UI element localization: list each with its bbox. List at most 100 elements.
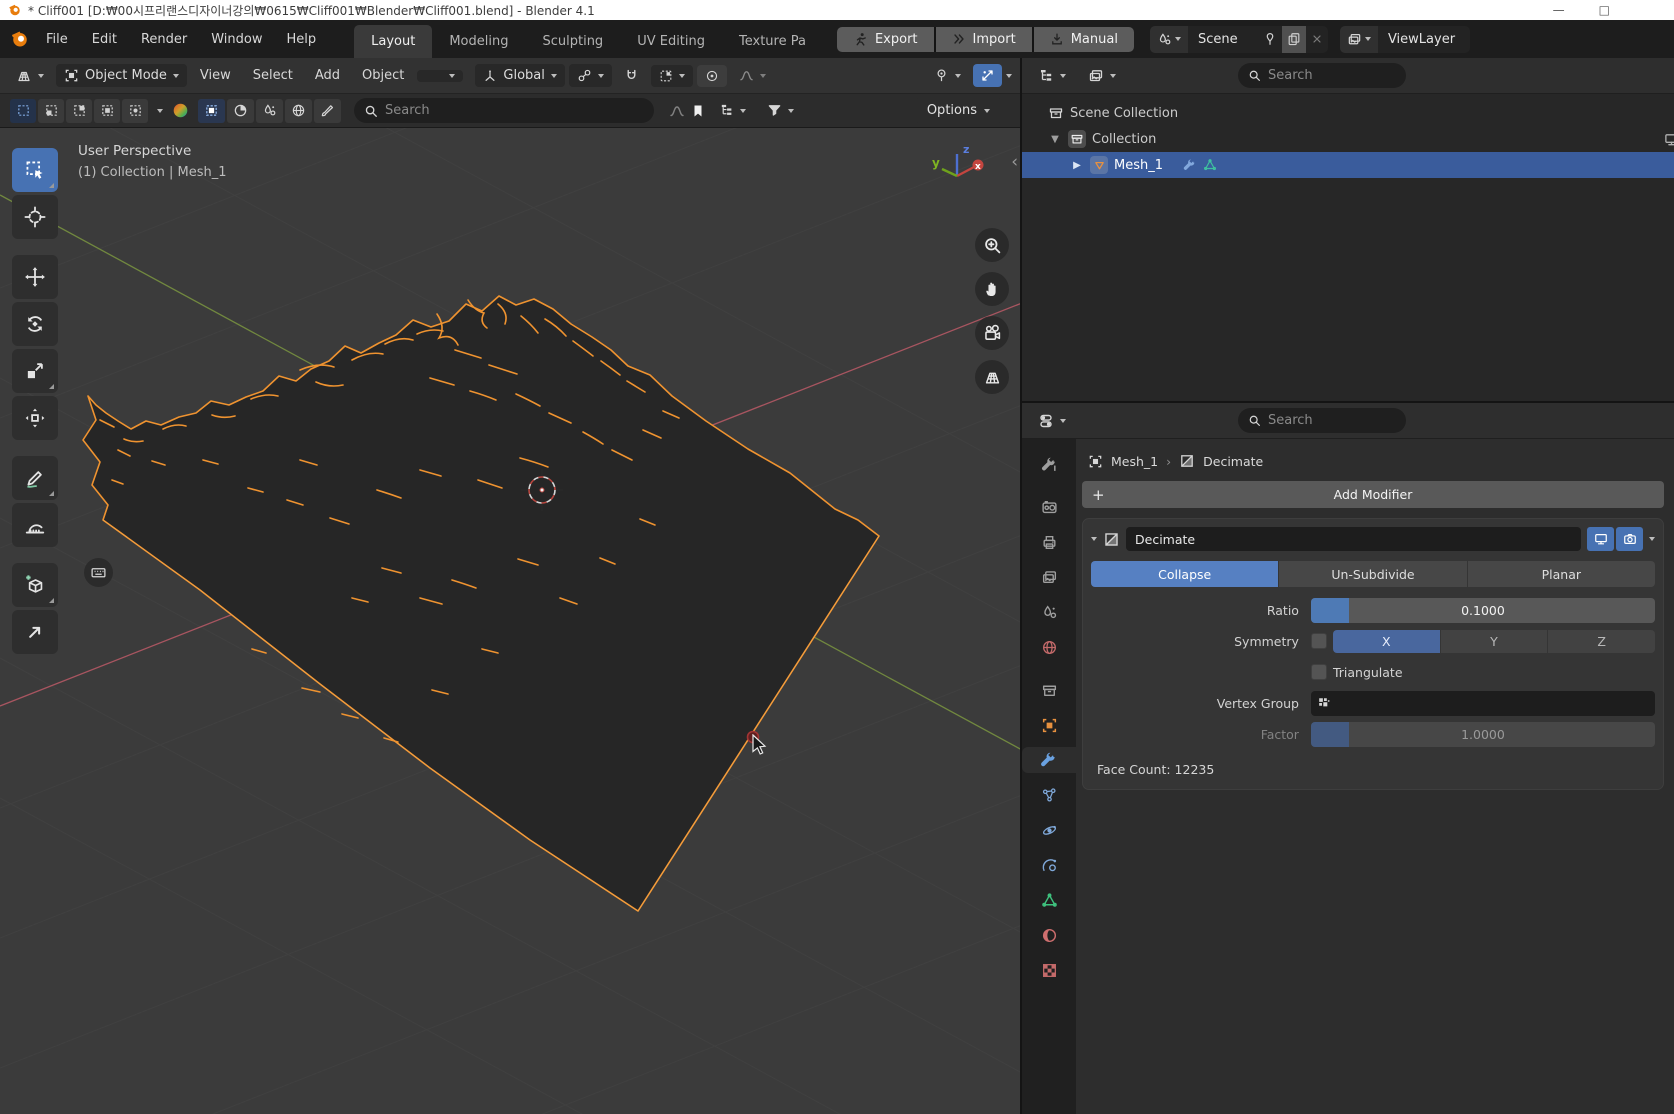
tab-object[interactable] (1029, 712, 1069, 738)
select-mode-subtract[interactable] (66, 99, 92, 123)
viewport-overlay-toggle-button[interactable] (84, 558, 113, 587)
expand-caret-icon[interactable]: ▼ (1048, 134, 1062, 145)
tool-cursor[interactable] (12, 195, 58, 239)
export-button[interactable]: Export (837, 27, 934, 52)
editor-type-button[interactable] (8, 64, 52, 88)
options-button[interactable]: Options (915, 98, 1002, 123)
tab-layout[interactable]: Layout (354, 25, 432, 58)
terrain-mesh[interactable] (83, 296, 879, 911)
menu-view[interactable]: View (191, 64, 240, 87)
tool-extra[interactable] (12, 610, 58, 654)
mesh-data-icon[interactable] (1203, 158, 1217, 172)
camera-view-button[interactable] (975, 316, 1009, 350)
outliner-row-scene-collection[interactable]: Scene Collection (1022, 100, 1674, 126)
tab-particles[interactable] (1029, 782, 1069, 808)
viewlayer-name[interactable]: ViewLayer (1378, 32, 1470, 47)
select-mode-intersect[interactable] (122, 99, 148, 123)
tool-search[interactable] (354, 98, 654, 123)
tab-texture-paint[interactable]: Texture Pa (722, 25, 823, 58)
zoom-button[interactable] (975, 228, 1009, 262)
triangulate-checkbox[interactable] (1311, 664, 1327, 680)
modifier-name-field[interactable] (1126, 527, 1581, 551)
tool-options-dropdown[interactable] (157, 109, 163, 113)
material-ball-icon[interactable] (172, 102, 189, 119)
scene-name[interactable]: Scene (1188, 32, 1258, 47)
tool-add-cube[interactable] (12, 563, 58, 607)
snap-target-selector[interactable] (651, 65, 693, 87)
viewport-3d[interactable]: User Perspective (1) Collection | Mesh_1… (0, 128, 1020, 1114)
tab-texture[interactable] (1029, 957, 1069, 983)
tab-modeling[interactable]: Modeling (432, 25, 525, 58)
scene-new-copy-button[interactable] (1282, 26, 1306, 53)
transform-orientation-selector[interactable]: Global (475, 64, 564, 87)
tab-material[interactable] (1029, 922, 1069, 948)
properties-search[interactable] (1238, 408, 1406, 433)
snap-toggle[interactable] (616, 64, 647, 87)
menu-edit[interactable]: Edit (80, 32, 129, 47)
tool-move[interactable] (12, 255, 58, 299)
tab-collection[interactable] (1029, 677, 1069, 703)
maximize-button[interactable]: □ (1599, 3, 1610, 17)
filter-brush-icon[interactable] (314, 99, 341, 123)
select-mode-invert[interactable] (94, 99, 120, 123)
viewport-canvas[interactable] (0, 128, 1020, 1114)
outliner-search[interactable] (1238, 63, 1406, 88)
properties-editor-type-button[interactable] (1030, 409, 1074, 433)
mode-selector[interactable]: Object Mode (56, 64, 187, 87)
scene-unlink-button[interactable] (1306, 33, 1328, 45)
mode-planar-button[interactable]: Planar (1468, 561, 1655, 587)
menu-file[interactable]: File (34, 32, 80, 47)
filter-scene-icon[interactable] (256, 99, 283, 123)
manual-button[interactable]: Manual (1034, 27, 1134, 52)
modifier-extras-menu[interactable] (1649, 537, 1655, 541)
outliner-row-collection[interactable]: ▼ Collection (1022, 126, 1674, 152)
bookmark-icon[interactable] (690, 103, 706, 119)
import-button[interactable]: Import (936, 27, 1032, 52)
menu-select[interactable]: Select (244, 64, 302, 87)
tool-transform[interactable] (12, 396, 58, 440)
pivot-point-selector[interactable] (569, 64, 612, 87)
tab-scene[interactable] (1029, 599, 1069, 625)
breadcrumb-modifier[interactable]: Decimate (1203, 454, 1263, 469)
axis-x-button[interactable]: X (1333, 630, 1440, 653)
tab-world[interactable] (1029, 634, 1069, 660)
modifier-wrench-icon[interactable] (1183, 158, 1197, 172)
blender-menu-icon[interactable] (10, 29, 30, 49)
tool-search-input[interactable] (385, 103, 644, 118)
visibility-selector[interactable] (926, 64, 969, 87)
hierarchy-dropdown[interactable] (711, 99, 754, 122)
tab-physics[interactable] (1029, 817, 1069, 843)
collapse-caret-icon[interactable]: ▶ (1070, 160, 1084, 171)
menu-help[interactable]: Help (275, 32, 329, 47)
symmetry-checkbox[interactable] (1311, 633, 1327, 649)
tab-object-data[interactable] (1029, 887, 1069, 913)
menu-window[interactable]: Window (199, 32, 274, 47)
ratio-slider[interactable]: 0.1000 (1311, 598, 1655, 623)
scene-browse-button[interactable] (1150, 26, 1188, 53)
outliner-editor-type-button[interactable] (1030, 64, 1074, 88)
tool-annotate[interactable] (12, 456, 58, 500)
empty-dropdown[interactable] (417, 70, 463, 82)
tab-view-layer[interactable] (1029, 564, 1069, 590)
filter-object-icon[interactable] (198, 99, 225, 123)
mode-unsubdivide-button[interactable]: Un-Subdivide (1279, 561, 1466, 587)
gizmos-dropdown[interactable] (1006, 74, 1012, 78)
tab-tool[interactable] (1029, 451, 1069, 477)
tab-render[interactable] (1029, 494, 1069, 520)
tab-constraints[interactable] (1029, 852, 1069, 878)
tab-sculpting[interactable]: Sculpting (525, 25, 620, 58)
add-modifier-button[interactable]: + Add Modifier (1082, 481, 1664, 508)
select-mode-extend[interactable] (38, 99, 64, 123)
tab-modifiers[interactable] (1022, 747, 1076, 773)
axis-y-button[interactable]: Y (1441, 630, 1548, 653)
filter-material-icon[interactable] (227, 99, 254, 123)
panel-expand-chevron[interactable] (1091, 537, 1097, 541)
gizmos-toggle[interactable] (973, 64, 1002, 87)
select-mode-new[interactable] (10, 99, 36, 123)
tool-select-box[interactable] (12, 148, 58, 192)
proportional-edit-toggle[interactable] (697, 65, 727, 87)
sidebar-collapse-arrow[interactable]: ‹ (1011, 154, 1018, 171)
tab-uv-editing[interactable]: UV Editing (620, 25, 722, 58)
display-render-toggle[interactable] (1616, 527, 1643, 551)
mode-collapse-button[interactable]: Collapse (1091, 561, 1278, 587)
